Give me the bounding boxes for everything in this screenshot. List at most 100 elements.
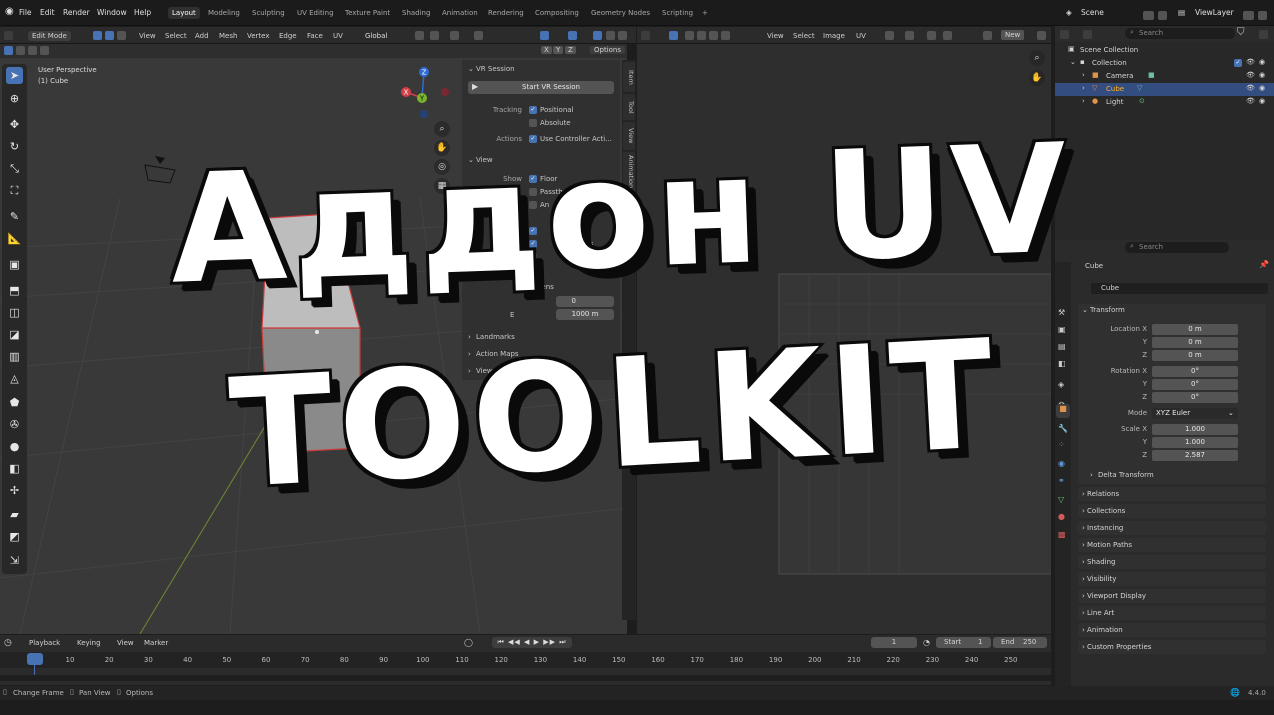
tab-texture-paint[interactable]: Texture Paint [341,7,394,19]
tab-geometry-nodes[interactable]: Geometry Nodes [587,7,654,19]
vr-session-chevron-icon[interactable]: ⌄ [468,65,474,73]
xray-toggle-icon[interactable] [593,31,602,40]
poly-build-tool-icon[interactable]: ⬟ [6,394,23,411]
menu-file[interactable]: File [19,8,32,17]
zoom-icon[interactable]: ⌕ [434,121,450,137]
tab-compositing[interactable]: Compositing [531,7,583,19]
editor-type-icon[interactable] [4,31,13,40]
light-data-icon[interactable]: ⊙ [1139,97,1145,105]
timeline-menu-marker[interactable]: Marker [144,639,168,647]
expand-chevron-icon[interactable]: › [1082,71,1085,79]
proportional-edit-icon[interactable] [474,31,483,40]
scale-y-field[interactable]: 1.000 [1152,437,1238,448]
positional-checkbox[interactable]: ✓ [529,106,537,114]
uv-editor-canvas[interactable]: ⌕ ✋ [637,44,1051,634]
view-layer-new-button[interactable] [1243,11,1254,20]
shading-solid-icon[interactable] [606,31,615,40]
eye-icon[interactable]: 👁 [1246,84,1255,92]
timeline-menu-playback[interactable]: Playback [29,639,60,647]
data-tab-icon[interactable]: ▽ [1058,495,1064,504]
rotation-z-field[interactable]: 0° [1152,392,1238,403]
display-mode-icon[interactable] [1083,30,1092,39]
record-icon[interactable]: ◯ [464,638,473,647]
uv-proportional-icon[interactable] [927,31,936,40]
tab-rendering[interactable]: Rendering [484,7,528,19]
playback-controls[interactable]: ⏮ ◀◀ ◀ ▶ ▶▶ ⏭ [492,637,572,648]
uv-zoom-icon[interactable]: ⌕ [1029,50,1045,66]
floor-checkbox[interactable]: ✓ [529,175,537,183]
menu-mesh[interactable]: Mesh [219,32,237,40]
view-layer-delete-button[interactable] [1258,11,1267,20]
uv-face-icon[interactable] [709,31,718,40]
menu-edge[interactable]: Edge [279,32,297,40]
select-invert-icon[interactable] [40,46,49,55]
menu-view[interactable]: View [139,32,156,40]
uv-pivot-icon[interactable] [885,31,894,40]
inset-tool-icon[interactable]: ◫ [6,304,23,321]
collection-include-checkbox[interactable]: ✓ [1234,59,1242,67]
uv-menu-image[interactable]: Image [823,32,845,40]
camera-data-icon[interactable]: ■ [1148,71,1155,79]
tab-modeling[interactable]: Modeling [204,7,244,19]
section-relations[interactable]: › Relations [1078,487,1266,501]
outliner-row-collection[interactable]: ⌄ ▪ Collection ✓ 👁 ◉ [1055,57,1274,70]
start-vr-session-button[interactable]: ▶ Start VR Session [468,81,614,94]
physics-tab-icon[interactable]: ◉ [1058,459,1065,468]
perspective-toggle-icon[interactable]: ▦ [434,178,450,194]
tab-animation[interactable]: Animation [438,7,482,19]
uv-menu-select[interactable]: Select [793,32,815,40]
vertex-select-icon[interactable] [93,31,102,40]
timeline-menu-keying[interactable]: Keying [77,639,101,647]
new-collection-icon[interactable] [1259,30,1268,39]
tab-item[interactable]: Item [623,62,635,92]
overlays-checkbox[interactable]: ✓ [529,240,537,248]
filter-icon[interactable]: ⛉ [1237,27,1245,38]
mirror-y-toggle[interactable]: Y [553,46,564,54]
delta-transform-header[interactable]: Delta Transform [1098,471,1154,479]
scale-x-field[interactable]: 1.000 [1152,424,1238,435]
tab-tool[interactable]: Tool [623,94,635,120]
pin-icon[interactable]: 📌 [1259,260,1269,269]
uv-menu-view[interactable]: View [767,32,784,40]
section-shading[interactable]: › Shading [1078,555,1266,569]
tool-tab-icon[interactable]: ⚒ [1058,308,1065,317]
camera-render-icon[interactable]: ◉ [1259,58,1265,66]
expand-chevron-icon[interactable]: › [1082,97,1085,105]
image-pin-icon[interactable] [1037,31,1046,40]
uv-edge-icon[interactable] [697,31,706,40]
section-animation[interactable]: › Animation [1078,623,1266,637]
edge-select-icon[interactable] [105,31,114,40]
camera-render-icon[interactable]: ◉ [1259,71,1265,79]
annotate-tool-icon[interactable]: ✎ [6,208,23,225]
expand-chevron-icon[interactable]: ⌄ [1070,58,1076,66]
section-viewport-display[interactable]: › Viewport Display [1078,589,1266,603]
outliner-search-input[interactable]: ⌕ Search [1125,28,1235,39]
view-layer-name[interactable]: ViewLayer [1195,8,1234,17]
viewport-feedback-header[interactable]: Viewport Fe [476,367,517,375]
expand-chevron-icon[interactable]: › [1082,84,1085,92]
uv-menu-uv[interactable]: UV [856,32,866,40]
use-controller-checkbox[interactable]: ✓ [529,135,537,143]
extrude-tool-icon[interactable]: ⬒ [6,282,23,299]
particles-tab-icon[interactable]: ⁘ [1058,440,1065,449]
passthrough-checkbox[interactable] [529,188,537,196]
menu-render[interactable]: Render [63,8,90,17]
properties-search-input[interactable]: ⌕ Search [1125,242,1229,253]
snap-icon[interactable] [430,31,439,40]
mesh-data-icon[interactable]: ▽ [1137,84,1142,92]
select-subtract-icon[interactable] [28,46,37,55]
edge-slide-tool-icon[interactable]: ◧ [6,460,23,477]
cursor-tool-icon[interactable]: ⊕ [6,90,23,107]
end-frame-field[interactable]: End 250 [993,637,1047,648]
face-select-icon[interactable] [117,31,126,40]
view-chevron-icon[interactable]: ⌄ [468,156,474,164]
section-visibility[interactable]: › Visibility [1078,572,1266,586]
pan-hand-icon[interactable]: ✋ [434,140,450,156]
overlay-toggle-icon[interactable] [568,31,577,40]
absolute-checkbox[interactable] [529,119,537,127]
landmarks-header[interactable]: Landmarks [476,333,515,341]
section-custom-properties[interactable]: › Custom Properties [1078,640,1266,654]
select-extend-icon[interactable] [16,46,25,55]
section-instancing[interactable]: › Instancing [1078,521,1266,535]
action-maps-header[interactable]: Action Maps [476,350,519,358]
